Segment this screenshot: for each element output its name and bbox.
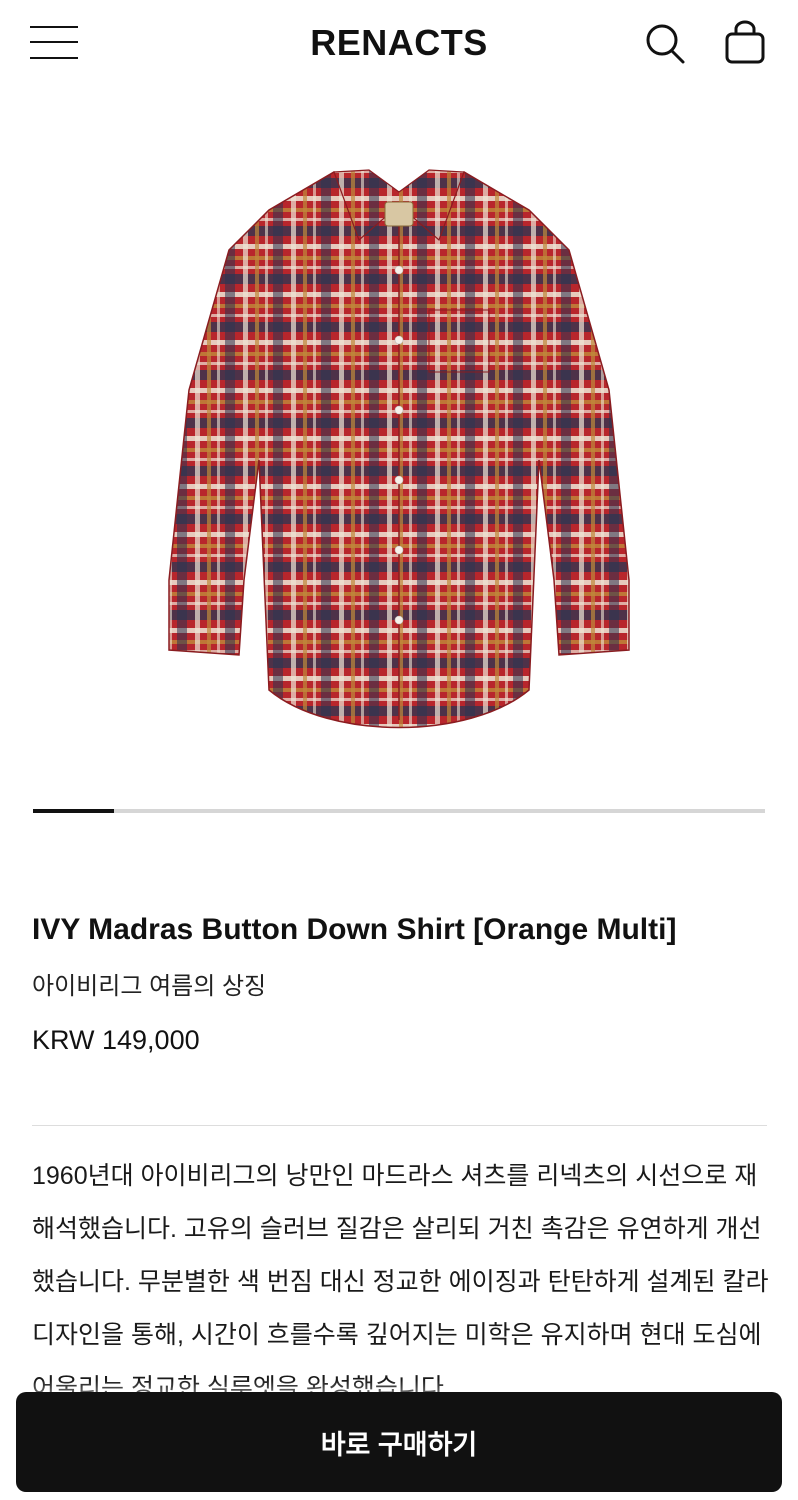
product-image[interactable] — [0, 120, 798, 780]
product-subtitle: 아이비리그 여름의 상징 — [32, 973, 267, 1000]
product-description: 1960년대 아이비리그의 낭만인 마드라스 셔츠를 리넥츠의 시선으로 재해석… — [32, 1162, 769, 1402]
product-info: IVY Madras Button Down Shirt [Orange Mul… — [32, 910, 772, 1058]
buy-now-button[interactable]: 바로 구매하기 — [16, 1392, 782, 1492]
image-carousel-progress — [33, 809, 765, 813]
top-header: RENACTS — [0, 0, 798, 86]
search-icon[interactable] — [643, 20, 687, 66]
section-divider — [32, 1125, 767, 1126]
product-price: KRW 149,000 — [32, 1025, 200, 1055]
bottom-action-bar: 바로 구매하기 — [0, 1380, 798, 1500]
shirt-image — [168, 169, 630, 729]
shopping-bag-icon[interactable] — [723, 20, 767, 66]
carousel-progress-fill — [33, 809, 114, 813]
product-title: IVY Madras Button Down Shirt [Orange Mul… — [32, 913, 677, 946]
